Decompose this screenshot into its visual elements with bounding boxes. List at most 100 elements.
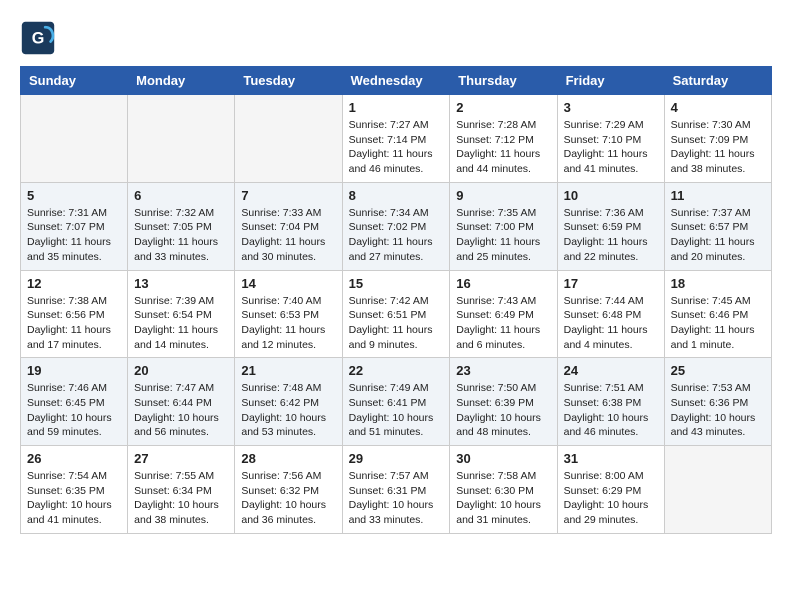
calendar-cell: [235, 95, 342, 183]
calendar-cell: [21, 95, 128, 183]
day-info: Sunrise: 7:46 AM Sunset: 6:45 PM Dayligh…: [27, 381, 121, 440]
calendar-week-row: 19 Sunrise: 7:46 AM Sunset: 6:45 PM Dayli…: [21, 358, 772, 446]
calendar-cell: 25 Sunrise: 7:53 AM Sunset: 6:36 PM Dayli…: [664, 358, 771, 446]
day-number: 11: [671, 188, 765, 203]
day-number: 10: [564, 188, 658, 203]
calendar-cell: 14 Sunrise: 7:40 AM Sunset: 6:53 PM Dayli…: [235, 270, 342, 358]
calendar-cell: 3 Sunrise: 7:29 AM Sunset: 7:10 PM Daylig…: [557, 95, 664, 183]
calendar-cell: 19 Sunrise: 7:46 AM Sunset: 6:45 PM Dayli…: [21, 358, 128, 446]
day-number: 18: [671, 276, 765, 291]
day-info: Sunrise: 7:40 AM Sunset: 6:53 PM Dayligh…: [241, 294, 335, 353]
calendar-cell: 8 Sunrise: 7:34 AM Sunset: 7:02 PM Daylig…: [342, 182, 450, 270]
calendar-cell: [664, 446, 771, 534]
calendar-cell: 23 Sunrise: 7:50 AM Sunset: 6:39 PM Dayli…: [450, 358, 557, 446]
day-info: Sunrise: 7:36 AM Sunset: 6:59 PM Dayligh…: [564, 206, 658, 265]
day-info: Sunrise: 7:27 AM Sunset: 7:14 PM Dayligh…: [349, 118, 444, 177]
page-header: G: [20, 20, 772, 56]
day-number: 29: [349, 451, 444, 466]
day-info: Sunrise: 7:47 AM Sunset: 6:44 PM Dayligh…: [134, 381, 228, 440]
day-info: Sunrise: 7:58 AM Sunset: 6:30 PM Dayligh…: [456, 469, 550, 528]
day-info: Sunrise: 7:57 AM Sunset: 6:31 PM Dayligh…: [349, 469, 444, 528]
calendar-cell: 29 Sunrise: 7:57 AM Sunset: 6:31 PM Dayli…: [342, 446, 450, 534]
calendar-week-row: 12 Sunrise: 7:38 AM Sunset: 6:56 PM Dayli…: [21, 270, 772, 358]
calendar-week-row: 1 Sunrise: 7:27 AM Sunset: 7:14 PM Daylig…: [21, 95, 772, 183]
day-number: 9: [456, 188, 550, 203]
day-number: 21: [241, 363, 335, 378]
calendar-cell: 21Sunrise: 7:48 AM Sunset: 6:42 PM Dayli…: [235, 358, 342, 446]
day-number: 25: [671, 363, 765, 378]
day-number: 23: [456, 363, 550, 378]
day-number: 4: [671, 100, 765, 115]
calendar-cell: 12 Sunrise: 7:38 AM Sunset: 6:56 PM Dayli…: [21, 270, 128, 358]
col-header-sunday: Sunday: [21, 67, 128, 95]
day-info: Sunrise: 8:00 AM Sunset: 6:29 PM Dayligh…: [564, 469, 658, 528]
day-number: 7: [241, 188, 335, 203]
day-info: Sunrise: 7:45 AM Sunset: 6:46 PM Dayligh…: [671, 294, 765, 353]
day-info: Sunrise: 7:51 AM Sunset: 6:38 PM Dayligh…: [564, 381, 658, 440]
day-info: Sunrise: 7:32 AM Sunset: 7:05 PM Dayligh…: [134, 206, 228, 265]
day-info: Sunrise: 7:44 AM Sunset: 6:48 PM Dayligh…: [564, 294, 658, 353]
calendar-cell: 4 Sunrise: 7:30 AM Sunset: 7:09 PM Daylig…: [664, 95, 771, 183]
day-number: 30: [456, 451, 550, 466]
calendar-cell: 15 Sunrise: 7:42 AM Sunset: 6:51 PM Dayli…: [342, 270, 450, 358]
day-info: Sunrise: 7:38 AM Sunset: 6:56 PM Dayligh…: [27, 294, 121, 353]
day-info: Sunrise: 7:53 AM Sunset: 6:36 PM Dayligh…: [671, 381, 765, 440]
day-info: Sunrise: 7:42 AM Sunset: 6:51 PM Dayligh…: [349, 294, 444, 353]
day-number: 3: [564, 100, 658, 115]
calendar-cell: [128, 95, 235, 183]
calendar-cell: 22 Sunrise: 7:49 AM Sunset: 6:41 PM Dayli…: [342, 358, 450, 446]
day-number: 13: [134, 276, 228, 291]
calendar-cell: 31 Sunrise: 8:00 AM Sunset: 6:29 PM Dayli…: [557, 446, 664, 534]
day-info: Sunrise: 7:30 AM Sunset: 7:09 PM Dayligh…: [671, 118, 765, 177]
day-number: 19: [27, 363, 121, 378]
col-header-monday: Monday: [128, 67, 235, 95]
calendar-cell: 24Sunrise: 7:51 AM Sunset: 6:38 PM Dayli…: [557, 358, 664, 446]
calendar-cell: 5 Sunrise: 7:31 AM Sunset: 7:07 PM Daylig…: [21, 182, 128, 270]
calendar-cell: 16 Sunrise: 7:43 AM Sunset: 6:49 PM Dayli…: [450, 270, 557, 358]
day-number: 27: [134, 451, 228, 466]
calendar-cell: 9 Sunrise: 7:35 AM Sunset: 7:00 PM Daylig…: [450, 182, 557, 270]
col-header-wednesday: Wednesday: [342, 67, 450, 95]
day-info: Sunrise: 7:50 AM Sunset: 6:39 PM Dayligh…: [456, 381, 550, 440]
logo-icon: G: [20, 20, 56, 56]
day-info: Sunrise: 7:56 AM Sunset: 6:32 PM Dayligh…: [241, 469, 335, 528]
day-info: Sunrise: 7:43 AM Sunset: 6:49 PM Dayligh…: [456, 294, 550, 353]
day-number: 8: [349, 188, 444, 203]
day-number: 1: [349, 100, 444, 115]
day-number: 17: [564, 276, 658, 291]
day-number: 2: [456, 100, 550, 115]
day-number: 31: [564, 451, 658, 466]
calendar-cell: 6 Sunrise: 7:32 AM Sunset: 7:05 PM Daylig…: [128, 182, 235, 270]
day-number: 22: [349, 363, 444, 378]
calendar-cell: 2 Sunrise: 7:28 AM Sunset: 7:12 PM Daylig…: [450, 95, 557, 183]
day-number: 12: [27, 276, 121, 291]
calendar-cell: 30 Sunrise: 7:58 AM Sunset: 6:30 PM Dayli…: [450, 446, 557, 534]
day-number: 16: [456, 276, 550, 291]
day-info: Sunrise: 7:49 AM Sunset: 6:41 PM Dayligh…: [349, 381, 444, 440]
day-number: 6: [134, 188, 228, 203]
col-header-friday: Friday: [557, 67, 664, 95]
calendar-header-row: SundayMondayTuesdayWednesdayThursdayFrid…: [21, 67, 772, 95]
day-info: Sunrise: 7:35 AM Sunset: 7:00 PM Dayligh…: [456, 206, 550, 265]
day-number: 26: [27, 451, 121, 466]
col-header-tuesday: Tuesday: [235, 67, 342, 95]
day-number: 14: [241, 276, 335, 291]
day-info: Sunrise: 7:54 AM Sunset: 6:35 PM Dayligh…: [27, 469, 121, 528]
logo: G: [20, 20, 60, 56]
calendar-cell: 7Sunrise: 7:33 AM Sunset: 7:04 PM Daylig…: [235, 182, 342, 270]
calendar-cell: 20 Sunrise: 7:47 AM Sunset: 6:44 PM Dayli…: [128, 358, 235, 446]
day-info: Sunrise: 7:37 AM Sunset: 6:57 PM Dayligh…: [671, 206, 765, 265]
calendar-week-row: 26 Sunrise: 7:54 AM Sunset: 6:35 PM Dayli…: [21, 446, 772, 534]
day-number: 20: [134, 363, 228, 378]
day-info: Sunrise: 7:29 AM Sunset: 7:10 PM Dayligh…: [564, 118, 658, 177]
calendar-cell: 17 Sunrise: 7:44 AM Sunset: 6:48 PM Dayli…: [557, 270, 664, 358]
calendar-cell: 1 Sunrise: 7:27 AM Sunset: 7:14 PM Daylig…: [342, 95, 450, 183]
day-number: 5: [27, 188, 121, 203]
col-header-saturday: Saturday: [664, 67, 771, 95]
day-info: Sunrise: 7:34 AM Sunset: 7:02 PM Dayligh…: [349, 206, 444, 265]
day-number: 15: [349, 276, 444, 291]
calendar-cell: 27Sunrise: 7:55 AM Sunset: 6:34 PM Dayli…: [128, 446, 235, 534]
calendar-week-row: 5 Sunrise: 7:31 AM Sunset: 7:07 PM Daylig…: [21, 182, 772, 270]
day-info: Sunrise: 7:31 AM Sunset: 7:07 PM Dayligh…: [27, 206, 121, 265]
day-info: Sunrise: 7:28 AM Sunset: 7:12 PM Dayligh…: [456, 118, 550, 177]
